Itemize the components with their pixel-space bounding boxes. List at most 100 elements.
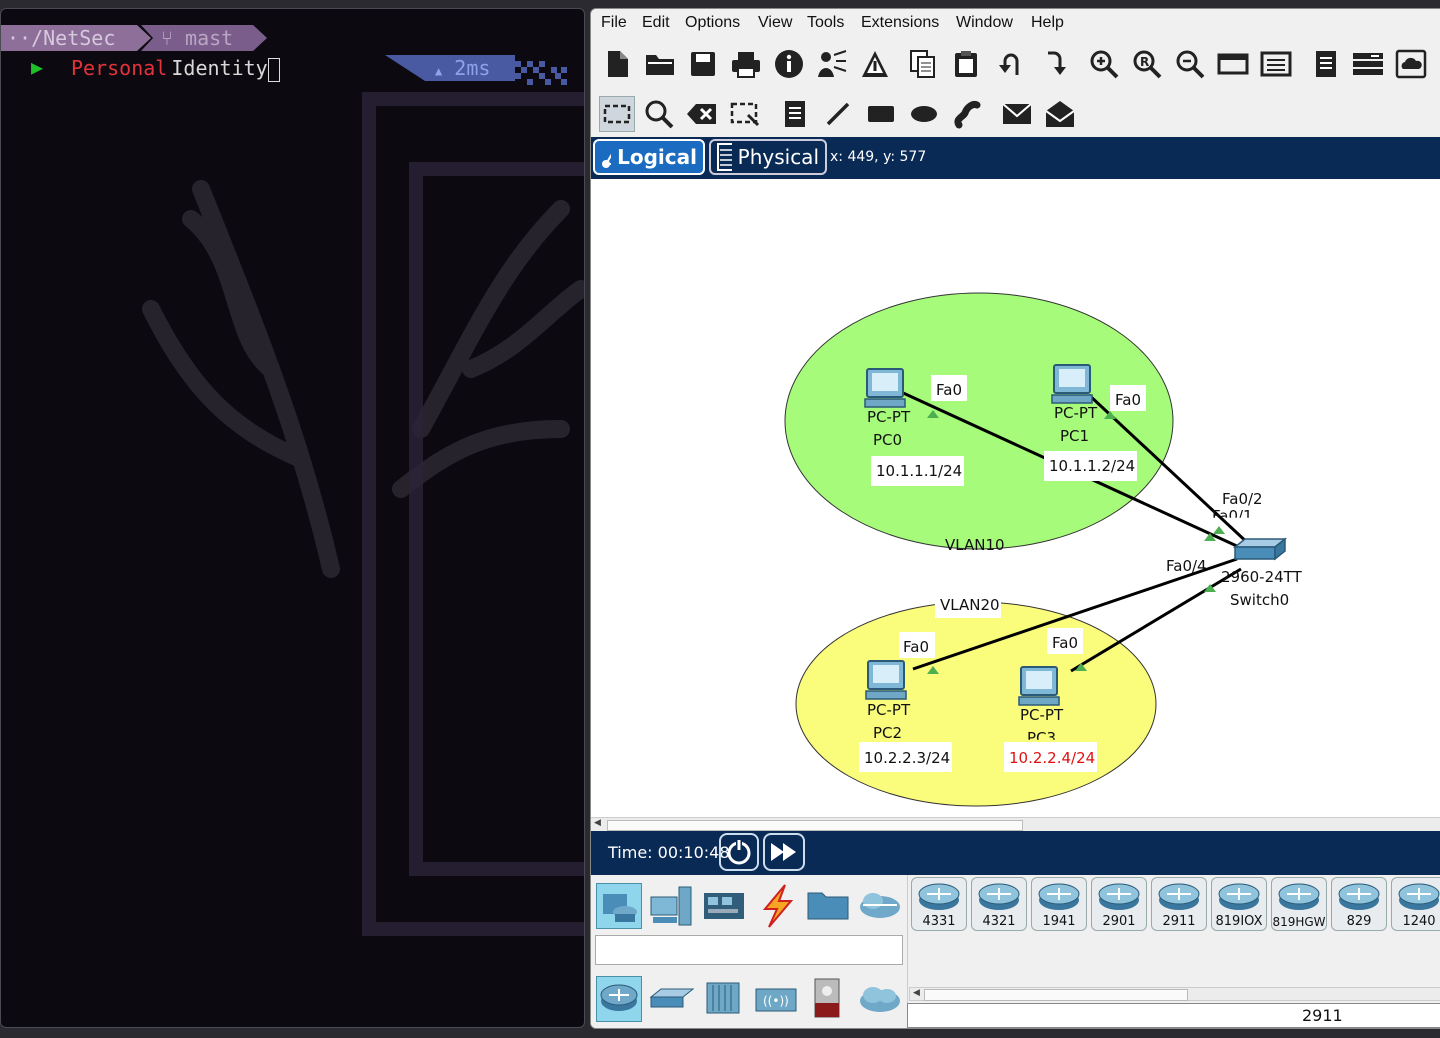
components-icon[interactable] [702,889,746,927]
chevron-right-icon: ▶ [31,55,44,79]
device-list-scroll-thumb[interactable] [924,989,1188,1001]
scroll-left-arrow-icon[interactable]: ◀ [913,988,920,998]
power-cycle-icon[interactable] [719,833,759,871]
resize-icon[interactable] [728,97,762,131]
selected-model-field: 2911 [907,1003,1440,1028]
router-819iox[interactable]: 819IOX [1211,877,1267,931]
zoom-reset-icon[interactable]: R [1130,47,1164,81]
logical-topology-icon [602,148,612,168]
connections-icon[interactable] [755,883,799,933]
rectangle-icon[interactable] [864,97,898,131]
simulation-time-bar: Time: 00:10:48 [591,831,1440,875]
link-pc3-switch[interactable] [1070,567,1242,673]
tab-logical[interactable]: Logical [593,139,705,175]
pc1-icon[interactable] [1051,364,1093,404]
select-icon[interactable] [599,96,635,132]
end-devices-icon[interactable] [649,885,693,931]
logical-workspace[interactable]: Fa0 PC-PT PC0 10.1.1.1/24 Fa0 PC-PT PC1 … [591,179,1440,817]
device-search-input[interactable] [595,935,903,965]
freeform-icon[interactable] [950,97,984,131]
menu-file[interactable]: File [601,14,627,32]
branch-text: mast [185,26,234,50]
pc2-icon[interactable] [865,660,907,700]
menu-tools[interactable]: Tools [807,14,844,32]
menu-help[interactable]: Help [1031,14,1064,32]
switch-port-fa04: Fa0/4 [1166,557,1207,575]
router-829[interactable]: 829 [1331,877,1387,931]
cloud-icon[interactable] [1394,47,1428,81]
ellipse-icon[interactable] [907,97,941,131]
view-command-log-icon[interactable] [1351,47,1385,81]
wallpaper-antlers [142,92,584,936]
drawing-palette-icon[interactable] [1216,47,1250,81]
router-1941[interactable]: 1941 [1031,877,1087,931]
custom-device-icon[interactable] [1259,47,1293,81]
new-icon[interactable] [600,47,634,81]
router-2901[interactable]: 2901 [1091,877,1147,931]
print-icon[interactable] [729,47,763,81]
router-2911[interactable]: 2911 [1151,877,1207,931]
device-type-panel: ((•)) 4331 4321 1941 2901 2911 819IOX 81… [591,875,1440,1028]
router-819hgw[interactable]: 819HGW [1271,877,1327,931]
svg-text:((•)): ((•)) [763,994,789,1008]
open-icon[interactable] [643,47,677,81]
line-icon[interactable] [821,97,855,131]
pc0-type-label: PC-PT [867,408,911,426]
copy-icon[interactable] [906,47,940,81]
zoom-in-icon[interactable] [1087,47,1121,81]
wan-emulation-icon[interactable] [857,983,903,1019]
device-list-scrollbar[interactable]: ◀ [909,987,1440,1001]
undo-icon[interactable] [994,47,1028,81]
zoom-out-icon[interactable] [1173,47,1207,81]
switch0-icon[interactable] [1232,537,1288,561]
pc1-type-label: PC-PT [1054,404,1098,422]
menu-options[interactable]: Options [685,14,740,32]
router-4321[interactable]: 4321 [971,877,1027,931]
command-line[interactable]: Personal Identity [71,55,280,82]
router-1240[interactable]: 1240 [1391,877,1440,931]
tab-physical[interactable]: Physical [709,139,827,175]
note-icon[interactable] [778,97,812,131]
pc2-type-label: PC-PT [867,701,911,719]
scrollbar-thumb[interactable] [607,820,1023,831]
switch-model-label: 2960-24TT [1221,568,1303,586]
pdu-list-icon[interactable] [1309,47,1343,81]
pc0-port-label: Fa0 [936,381,962,399]
word-identity: Identity [171,56,268,80]
save-icon[interactable] [686,47,720,81]
security-icon[interactable] [813,977,841,1023]
complex-pdu-icon[interactable] [1043,97,1077,131]
branch-segment: ⑂ mast [141,25,267,51]
menu-view[interactable]: View [758,14,792,32]
wireless-devices-icon[interactable]: ((•)) [754,983,798,1019]
simple-pdu-icon[interactable] [1000,97,1034,131]
redo-icon[interactable] [1037,47,1071,81]
routers-icon[interactable] [596,976,642,1022]
menu-edit[interactable]: Edit [642,14,670,32]
hubs-icon[interactable] [703,979,743,1021]
network-devices-icon[interactable] [596,883,642,929]
paste-icon[interactable] [949,47,983,81]
inspect-icon[interactable] [642,97,676,131]
terminal-window[interactable]: ··/NetSec ⑂ mast ▶ Personal Identity ▲ 2… [0,8,585,1028]
router-4331[interactable]: 4331 [911,877,967,931]
multiuser-icon[interactable] [857,889,903,925]
delete-icon[interactable] [685,97,719,131]
workspace-horizontal-scrollbar[interactable]: ◀ [591,817,1440,832]
topology-diagram: Fa0 PC-PT PC0 10.1.1.1/24 Fa0 PC-PT PC1 … [784,292,1303,807]
pc3-icon[interactable] [1018,666,1060,706]
miscellaneous-icon[interactable] [806,887,852,927]
info-icon[interactable] [772,47,806,81]
activity-wizard-icon[interactable] [815,47,849,81]
menu-extensions[interactable]: Extensions [861,14,939,32]
scroll-left-arrow-icon[interactable]: ◀ [594,818,601,828]
switches-icon[interactable] [649,985,695,1019]
pc0-icon[interactable] [864,368,906,408]
drawing-toolbar [591,93,1440,137]
fast-forward-icon[interactable] [763,833,805,871]
network-info-icon[interactable] [858,47,892,81]
vlan20-area[interactable] [795,601,1157,807]
menu-window[interactable]: Window [956,14,1013,32]
triangle-up-icon: ▲ [435,64,443,78]
cursor [267,57,280,82]
